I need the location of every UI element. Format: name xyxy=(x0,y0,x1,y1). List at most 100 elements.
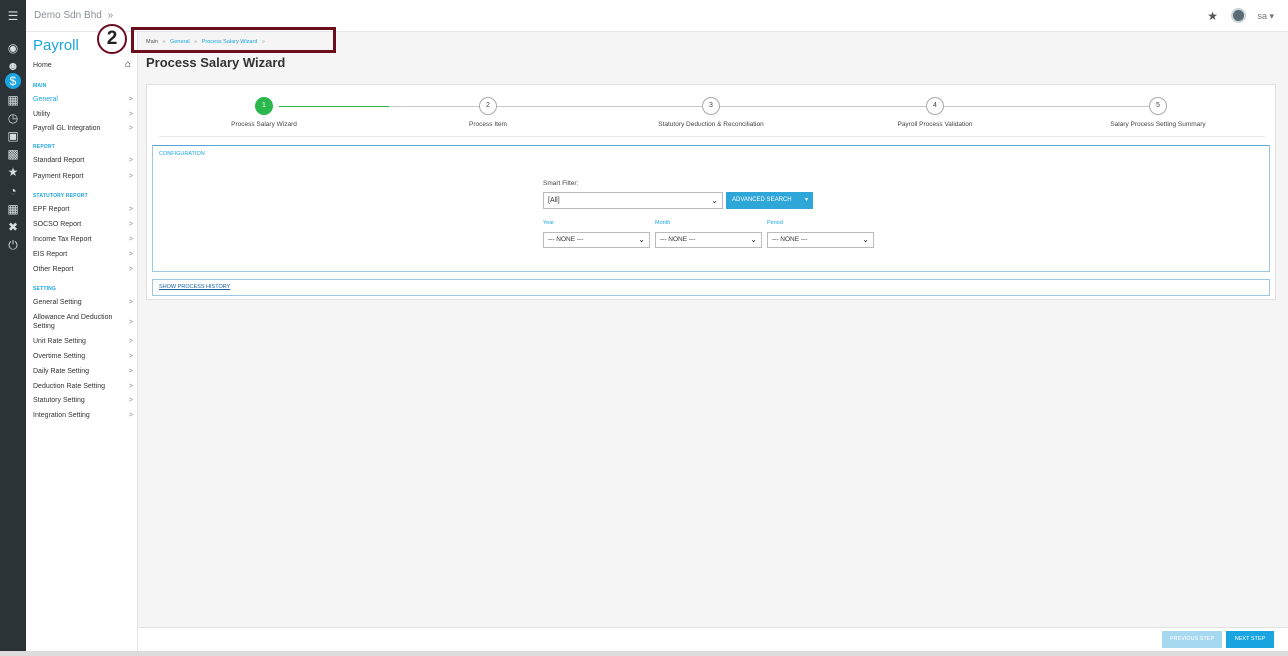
users-icon[interactable]: ☻ xyxy=(5,58,21,74)
show-process-history-link[interactable]: SHOW PROCESS HISTORY xyxy=(159,284,230,290)
period-value: --- NONE --- xyxy=(772,236,808,243)
sidebar-item-home[interactable]: Home ⌂ xyxy=(33,59,131,70)
chevron-right-icon: > xyxy=(128,319,133,326)
star-icon[interactable]: ★ xyxy=(1207,9,1218,23)
sidebar-item-payroll-gl-integration[interactable]: Payroll GL Integration > xyxy=(33,124,133,133)
sidebar-item-label: Utility xyxy=(33,111,51,118)
module-title: Payroll xyxy=(33,37,79,54)
home-icon: ⌂ xyxy=(124,59,131,70)
clock-icon[interactable]: ◷ xyxy=(5,110,21,126)
period-select[interactable]: --- NONE --- ⌄ xyxy=(767,232,874,248)
chevron-right-icon: > xyxy=(128,221,133,228)
wizard-step-5[interactable]: 5 xyxy=(1149,97,1167,115)
wizard-card: 1 2 3 4 5 Process Salary Wizard Process … xyxy=(146,84,1276,300)
sidebar-item-label: Statutory Setting xyxy=(33,397,85,404)
chevron-right-icon: > xyxy=(128,397,133,404)
sidebar-item-epf-report[interactable]: EPF Report > xyxy=(33,205,133,214)
dashboard-icon[interactable]: ◉ xyxy=(5,40,21,56)
sidebar-item-other-report[interactable]: Other Report > xyxy=(33,265,133,274)
smart-filter-select[interactable]: [All] ⌄ xyxy=(543,192,723,209)
wizard-step-label: Process Salary Wizard xyxy=(231,121,297,128)
sidebar-item-utility[interactable]: Utility > xyxy=(33,110,133,119)
wizard-step-label: Statutory Deduction & Reconciliation xyxy=(658,121,764,128)
wizard-step-4[interactable]: 4 xyxy=(926,97,944,115)
wizard-step-2[interactable]: 2 xyxy=(479,97,497,115)
sidebar-item-standard-report[interactable]: Standard Report > xyxy=(33,156,133,165)
sidebar-item-unit-rate-setting[interactable]: Unit Rate Setting > xyxy=(33,337,133,346)
sidebar-item-allowance-deduction-setting[interactable]: Allowance And Deduction Setting > xyxy=(33,313,133,331)
month-select[interactable]: --- NONE --- ⌄ xyxy=(655,232,762,248)
sidebar-item-integration-setting[interactable]: Integration Setting > xyxy=(33,411,133,420)
sidebar-item-label: Deduction Rate Setting xyxy=(33,383,105,390)
sidebar-item-daily-rate-setting[interactable]: Daily Rate Setting > xyxy=(33,367,133,376)
company-name: Demo Sdn Bhd xyxy=(34,10,102,21)
sidebar-item-label: Home xyxy=(33,62,52,69)
menu-icon[interactable]: ☰ xyxy=(5,8,21,24)
page-title: Process Salary Wizard xyxy=(146,55,286,70)
configuration-title: CONFIGURATION xyxy=(159,151,205,157)
award-icon[interactable]: ★ xyxy=(5,164,21,180)
wizard-step-label: Salary Process Setting Summary xyxy=(1110,121,1206,128)
configuration-panel: CONFIGURATION Smart Filter: [All] ⌄ ADVA… xyxy=(152,145,1270,272)
company-selector[interactable]: Demo Sdn Bhd » xyxy=(34,10,113,21)
sidebar-item-label: Unit Rate Setting xyxy=(33,338,86,345)
breadcrumb-separator: » xyxy=(261,39,265,45)
chevron-right-icon: > xyxy=(128,383,133,390)
previous-step-button[interactable]: PREVIOUS STEP xyxy=(1162,631,1222,648)
sidebar-item-label: Payroll GL Integration xyxy=(33,125,101,132)
breadcrumb-separator: » xyxy=(194,39,198,45)
sidebar-item-socso-report[interactable]: SOCSO Report > xyxy=(33,220,133,229)
breadcrumb-root[interactable]: Main xyxy=(146,39,158,45)
app-window: ☰ ◉ ☻ $ ▦ ◷ ▣ ▩ ★ ◔ ▦ ✖ ⏻ Demo Sdn Bhd »… xyxy=(0,0,1288,656)
wizard-step-1[interactable]: 1 xyxy=(255,97,273,115)
sidebar-item-eis-report[interactable]: EIS Report > xyxy=(33,250,133,259)
sidebar-section-statutory-report: STATUTORY REPORT xyxy=(33,193,88,199)
step-connector-done xyxy=(279,106,389,107)
sidebar-item-overtime-setting[interactable]: Overtime Setting > xyxy=(33,352,133,361)
caret-down-icon: ▾ xyxy=(1269,11,1274,21)
vehicle-icon[interactable]: ▩ xyxy=(5,146,21,162)
power-icon[interactable]: ⏻ xyxy=(5,237,21,253)
sidebar: Payroll Home ⌂ MAIN General > Utility > Pa… xyxy=(26,32,138,656)
report-icon[interactable]: ◔ xyxy=(5,183,21,199)
sidebar-section-setting: SETTING xyxy=(33,286,57,292)
next-step-button[interactable]: NEXT STEP xyxy=(1226,631,1274,648)
user-name: sa xyxy=(1257,11,1267,21)
sidebar-item-income-tax-report[interactable]: Income Tax Report > xyxy=(33,235,133,244)
breadcrumb-general[interactable]: General xyxy=(170,39,190,45)
chevron-right-icon: > xyxy=(128,157,133,164)
sidebar-item-label: Other Report xyxy=(33,266,74,273)
chevron-right-icon: > xyxy=(128,412,133,419)
calendar-icon[interactable]: ▦ xyxy=(5,92,21,108)
table-icon[interactable]: ▦ xyxy=(5,201,21,217)
breadcrumb-separator: » xyxy=(162,39,166,45)
chevron-right-icon: > xyxy=(128,368,133,375)
advanced-search-button[interactable]: ADVANCED SEARCH ▾ xyxy=(726,192,813,209)
expense-icon[interactable]: ▣ xyxy=(5,128,21,144)
sidebar-item-label: General Setting xyxy=(33,299,82,306)
smart-filter-value: [All] xyxy=(548,197,560,204)
breadcrumb-process-salary-wizard[interactable]: Process Salary Wizard xyxy=(202,39,258,45)
month-label: Month xyxy=(655,220,671,226)
sidebar-item-general[interactable]: General > xyxy=(33,95,133,104)
sidebar-item-label: Integration Setting xyxy=(33,412,90,419)
year-label: Year xyxy=(543,220,555,226)
payroll-icon[interactable]: $ xyxy=(5,73,21,89)
user-menu[interactable]: sa ▾ xyxy=(1257,11,1274,22)
sidebar-item-payment-report[interactable]: Payment Report > xyxy=(33,172,133,181)
wizard-step-3[interactable]: 3 xyxy=(702,97,720,115)
wizard-step-label: Payroll Process Validation xyxy=(897,121,973,128)
advanced-search-label: ADVANCED SEARCH xyxy=(732,197,792,203)
year-select[interactable]: --- NONE --- ⌄ xyxy=(543,232,650,248)
sidebar-item-label: SOCSO Report xyxy=(33,221,82,228)
annotation-number-badge: 2 xyxy=(97,24,127,54)
sidebar-item-label: Income Tax Report xyxy=(33,236,92,243)
avatar[interactable] xyxy=(1231,8,1246,23)
sidebar-item-deduction-rate-setting[interactable]: Deduction Rate Setting > xyxy=(33,382,133,391)
sidebar-item-general-setting[interactable]: General Setting > xyxy=(33,298,133,307)
month-value: --- NONE --- xyxy=(660,236,696,243)
wizard-step-label: Process Item xyxy=(469,121,507,128)
sidebar-item-statutory-setting[interactable]: Statutory Setting > xyxy=(33,396,133,405)
tools-icon[interactable]: ✖ xyxy=(5,219,21,235)
chevron-down-icon: » xyxy=(107,10,114,21)
